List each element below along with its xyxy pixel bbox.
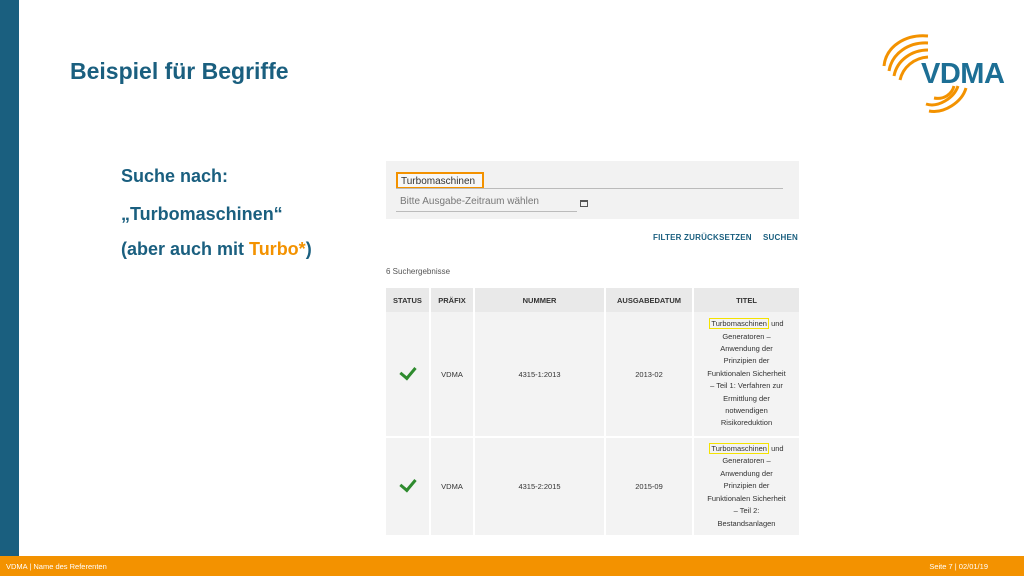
title-highlight: Turbomaschinen (709, 318, 769, 330)
table-row[interactable]: VDMA 4315-1:2013 2013-02 Turbomaschinen … (386, 312, 799, 437)
date-cell: 2015-09 (604, 436, 693, 535)
search-input[interactable]: Turbomaschinen (396, 172, 484, 189)
table-row[interactable]: VDMA 4315-2:2015 2015-09 Turbomaschinen … (386, 436, 799, 535)
wildcard-prefix: (aber auch mit (121, 239, 250, 259)
date-cell: 2013-02 (604, 312, 693, 437)
prefix-cell: VDMA (429, 436, 474, 535)
title-line: Anwendung der (720, 343, 773, 353)
result-count: 6 Suchergebnisse (386, 267, 451, 276)
title-line: und (768, 444, 784, 454)
search-wildcard-note: (aber auch mit Turbo*) (121, 239, 312, 260)
search-term: „Turbomaschinen“ (121, 204, 283, 224)
title-line: Bestandsanlagen (717, 518, 776, 528)
date-underline (396, 211, 577, 212)
date-range-field[interactable]: Bitte Ausgabe-Zeitraum wählen (400, 196, 539, 207)
title-line: Prinzipien der (723, 356, 770, 366)
title-line: Anwendung der (720, 468, 773, 478)
status-cell (386, 312, 430, 437)
column-header-title[interactable]: TITEL (692, 288, 799, 312)
number-cell: 4315-1:2013 (473, 312, 605, 437)
title-highlight: Turbomaschinen (709, 443, 769, 455)
column-header-prefix[interactable]: PRÄFIX (429, 288, 474, 312)
results-table: STATUS PRÄFIX NUMMER AUSGABEDATUM TITEL … (386, 288, 799, 535)
status-cell (386, 436, 430, 535)
number-cell: 4315-2:2015 (473, 436, 605, 535)
column-header-date[interactable]: AUSGABEDATUM (604, 288, 693, 312)
prefix-cell: VDMA (429, 312, 474, 437)
wildcard-suffix: ) (305, 239, 312, 259)
title-line: – Teil 1: Verfahren zur (710, 381, 783, 391)
footer-bar: VDMA | Name des Referenten Seite 7 | 02/… (0, 556, 1024, 576)
calendar-icon[interactable] (580, 200, 588, 207)
search-button[interactable]: SUCHEN (763, 233, 798, 242)
footer-right: Seite 7 | 02/01/19 (929, 562, 988, 571)
title-line: Risikoreduktion (720, 418, 773, 428)
search-intro: Suche nach: (121, 166, 229, 186)
footer-left: VDMA | Name des Referenten (6, 562, 107, 571)
vdma-logo: VDMA (876, 28, 1011, 114)
column-header-status[interactable]: STATUS (386, 288, 430, 312)
title-line: Funktionalen Sicherheit (707, 368, 786, 378)
check-icon (398, 362, 417, 380)
title-line: Ermittlung der (723, 393, 770, 403)
logo-text: VDMA (921, 58, 1005, 90)
wildcard-term: Turbo* (249, 239, 306, 259)
slide-title: Beispiel für Begriffe (70, 58, 289, 84)
title-line: Generatoren – (722, 456, 771, 466)
filter-panel: Turbomaschinen Bitte Ausgabe-Zeitraum wä… (386, 161, 799, 219)
title-line: notwendigen (725, 406, 768, 416)
reset-filter-button[interactable]: FILTER ZURÜCKSETZEN (653, 233, 752, 242)
table-header: STATUS PRÄFIX NUMMER AUSGABEDATUM TITEL (386, 288, 799, 312)
search-underline (396, 188, 783, 189)
title-line: Generatoren – (722, 331, 771, 341)
check-icon (398, 474, 417, 493)
left-accent-bar (0, 0, 19, 556)
title-cell[interactable]: Turbomaschinen und Generatoren – Anwendu… (692, 312, 799, 437)
title-cell[interactable]: Turbomaschinen und Generatoren – Anwendu… (692, 436, 799, 535)
search-screenshot: Turbomaschinen Bitte Ausgabe-Zeitraum wä… (386, 161, 799, 541)
title-line: – Teil 2: (733, 506, 760, 516)
title-line: Funktionalen Sicherheit (707, 493, 786, 503)
column-header-number[interactable]: NUMMER (473, 288, 605, 312)
title-line: und (768, 319, 784, 329)
title-line: Prinzipien der (723, 481, 770, 491)
